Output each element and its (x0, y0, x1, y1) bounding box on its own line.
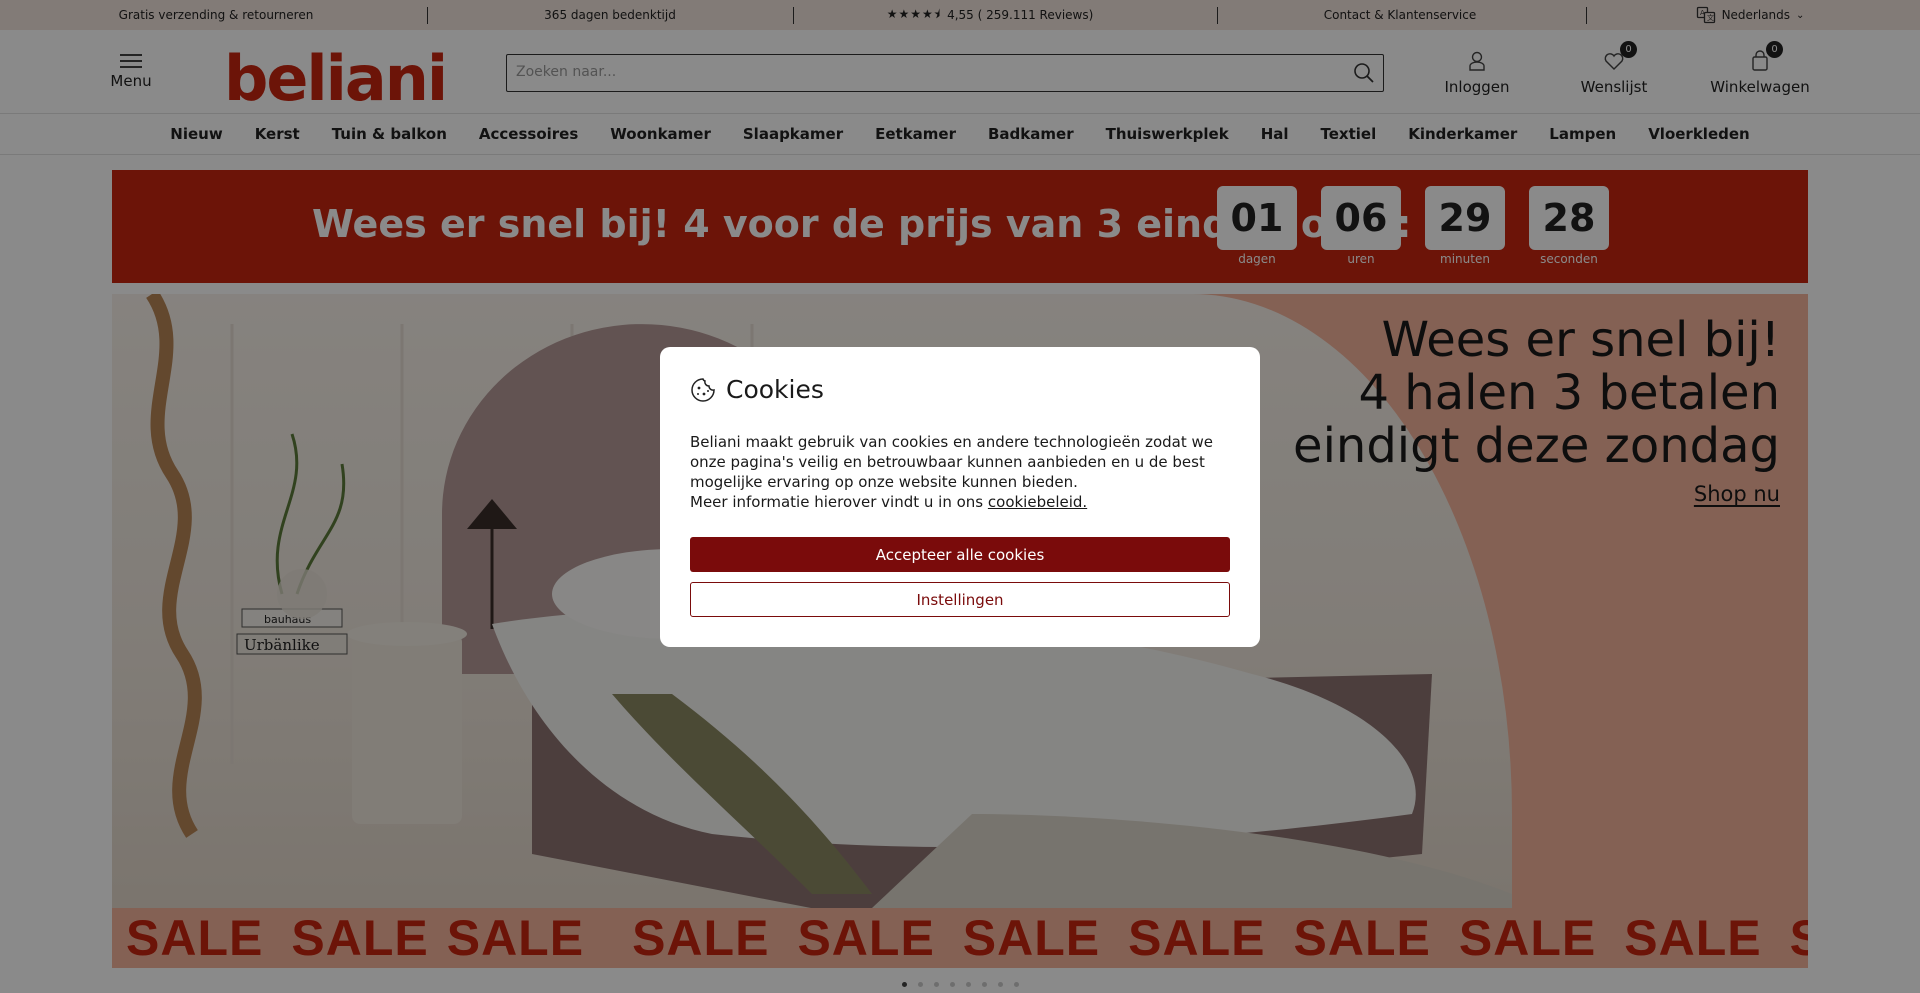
accept-all-cookies-button[interactable]: Accepteer alle cookies (690, 537, 1230, 572)
cookie-icon (691, 377, 715, 402)
cookie-dialog-header: Cookies (690, 375, 824, 404)
cookie-more-info: Meer informatie hierover vindt u in ons … (690, 492, 1230, 512)
cookie-consent-dialog: Cookies Beliani maakt gebruik van cookie… (660, 347, 1260, 647)
cookie-description: Beliani maakt gebruik van cookies en and… (690, 433, 1214, 491)
cookie-settings-button[interactable]: Instellingen (690, 582, 1230, 617)
more-info-text: Meer informatie hierover vindt u in ons (690, 493, 988, 511)
cookie-policy-link[interactable]: cookiebeleid. (988, 493, 1087, 511)
cookie-dialog-body: Beliani maakt gebruik van cookies en and… (690, 432, 1230, 512)
cookie-dialog-title: Cookies (726, 375, 824, 404)
